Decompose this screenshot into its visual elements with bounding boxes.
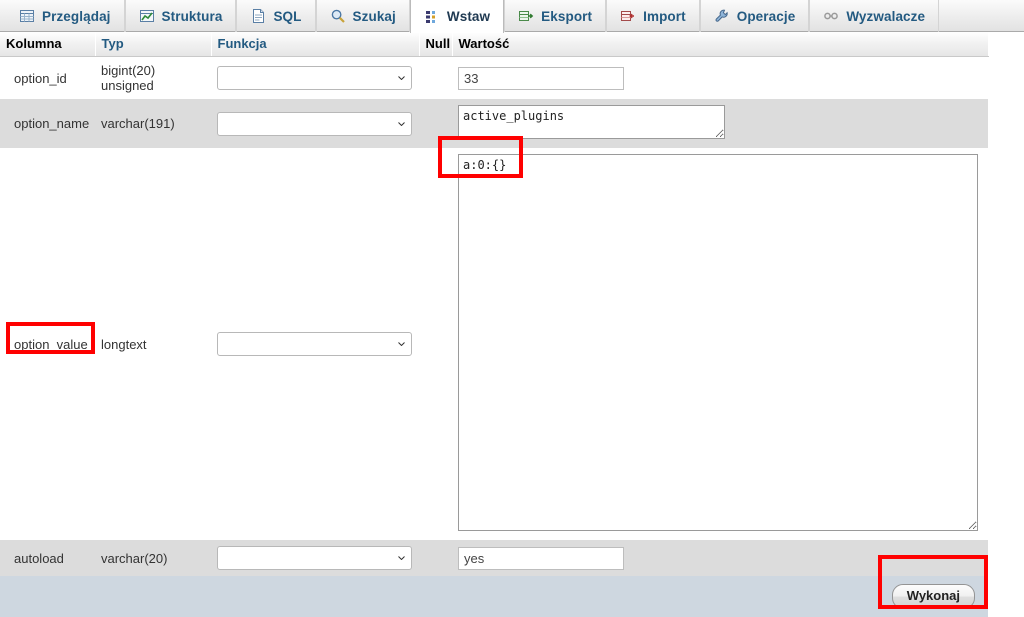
function-cell-option-name bbox=[211, 99, 419, 148]
tab-eksport[interactable]: Eksport bbox=[504, 0, 607, 32]
tab-szukaj[interactable]: Szukaj bbox=[315, 0, 410, 32]
submit-button[interactable]: Wykonaj bbox=[891, 584, 975, 610]
tab-import[interactable]: Import bbox=[606, 0, 700, 32]
tab-wyzwalacze[interactable]: Wyzwalacze bbox=[809, 0, 940, 32]
wrench-icon bbox=[714, 8, 730, 24]
select-wrapper bbox=[217, 66, 412, 90]
search-magnifier-icon bbox=[330, 8, 346, 24]
tab-operacje[interactable]: Operacje bbox=[699, 0, 810, 32]
function-select-option-value[interactable] bbox=[217, 332, 412, 356]
header-function[interactable]: Funkcja bbox=[211, 32, 420, 57]
function-select-option-id[interactable] bbox=[217, 66, 412, 90]
null-cell-autoload[interactable] bbox=[419, 540, 452, 576]
value-input-autoload[interactable] bbox=[458, 546, 624, 570]
select-wrapper bbox=[217, 332, 412, 356]
structure-icon bbox=[139, 8, 155, 24]
field-name-option-name: option_name bbox=[0, 99, 95, 148]
tab-wstaw[interactable]: Wstaw bbox=[409, 0, 505, 33]
field-type-option-name: varchar(191) bbox=[95, 99, 211, 148]
tab-label: Wstaw bbox=[446, 9, 491, 24]
field-type-autoload: varchar(20) bbox=[95, 540, 211, 576]
tab-label: SQL bbox=[273, 8, 302, 24]
tab-label: Eksport bbox=[541, 8, 593, 24]
function-select-option-name[interactable] bbox=[217, 111, 412, 136]
page-stage: Przeglądaj Struktura SQL Szukaj Wstaw Ek… bbox=[0, 0, 1024, 617]
function-cell-autoload bbox=[211, 540, 419, 576]
null-cell-option-name[interactable] bbox=[419, 99, 452, 148]
table-row: option_name varchar(191) active_plugins bbox=[0, 99, 988, 148]
null-cell-option-value[interactable] bbox=[419, 148, 452, 540]
select-wrapper bbox=[217, 111, 412, 136]
table-row: option_value longtext a:0:{} bbox=[0, 148, 988, 540]
field-type-option-id: bigint(20) unsigned bbox=[95, 56, 211, 99]
tab-label: Wyzwalacze bbox=[846, 8, 926, 24]
value-cell-autoload bbox=[452, 540, 988, 576]
tab-przegladaj[interactable]: Przeglądaj bbox=[6, 0, 125, 32]
tab-label: Przeglądaj bbox=[42, 8, 111, 24]
import-icon bbox=[620, 8, 636, 24]
value-textarea-option-name[interactable]: active_plugins bbox=[458, 105, 725, 139]
export-icon bbox=[518, 8, 534, 24]
select-wrapper bbox=[217, 546, 412, 570]
triggers-icon bbox=[823, 8, 839, 24]
value-input-option-id[interactable] bbox=[458, 66, 624, 90]
function-select-autoload[interactable] bbox=[217, 546, 412, 570]
header-null[interactable]: Null bbox=[419, 32, 453, 57]
sql-document-icon bbox=[250, 8, 266, 24]
value-textarea-option-value[interactable]: a:0:{} bbox=[458, 154, 978, 531]
tab-label: Szukaj bbox=[352, 8, 396, 24]
value-cell-option-id bbox=[452, 56, 988, 99]
form-action-bar: Wykonaj bbox=[0, 576, 988, 617]
field-type-option-value: longtext bbox=[95, 148, 211, 540]
function-cell-option-value bbox=[211, 148, 419, 540]
value-cell-option-name: active_plugins bbox=[452, 99, 988, 148]
main-tab-bar: Przeglądaj Struktura SQL Szukaj Wstaw Ek… bbox=[0, 0, 1024, 33]
tab-label: Operacje bbox=[736, 8, 796, 24]
function-cell-option-id bbox=[211, 56, 419, 99]
browse-table-icon bbox=[19, 8, 35, 24]
table-row: option_id bigint(20) unsigned bbox=[0, 56, 988, 99]
header-column[interactable]: Kolumna bbox=[0, 32, 96, 57]
table-header-row: Kolumna Typ Funkcja Null Wartość bbox=[0, 32, 989, 57]
table-row: autoload varchar(20) bbox=[0, 540, 988, 576]
field-name-option-id: option_id bbox=[0, 56, 95, 99]
tab-struktura[interactable]: Struktura bbox=[124, 0, 237, 32]
insert-form-table: Kolumna Typ Funkcja Null Wartość option_… bbox=[0, 32, 989, 576]
value-cell-option-value: a:0:{} bbox=[452, 148, 988, 540]
tab-sql[interactable]: SQL bbox=[236, 0, 316, 32]
field-name-autoload: autoload bbox=[0, 540, 95, 576]
tab-label: Struktura bbox=[161, 8, 223, 24]
insert-row-icon bbox=[424, 9, 440, 25]
header-value[interactable]: Wartość bbox=[452, 32, 989, 57]
null-cell-option-id[interactable] bbox=[419, 56, 452, 99]
header-type[interactable]: Typ bbox=[95, 32, 212, 57]
tab-label: Import bbox=[643, 8, 686, 24]
field-name-option-value: option_value bbox=[0, 148, 95, 540]
